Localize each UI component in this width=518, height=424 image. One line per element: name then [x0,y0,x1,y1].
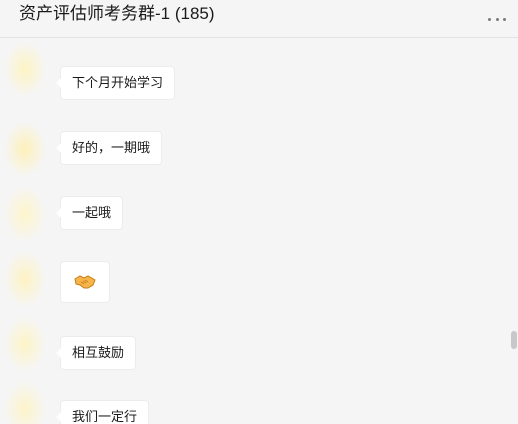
blurred-avatars [0,39,58,424]
dot [495,17,499,21]
message-bubble[interactable]: 一起哦 [55,197,123,229]
sticker-message[interactable] [61,262,109,302]
handshake-icon [74,275,96,289]
dot [488,17,491,21]
more-options-icon[interactable] [488,14,506,24]
message-bubble[interactable]: 下个月开始学习 [55,67,175,99]
message-list[interactable]: 下个月开始学习 好的，一期哦 一起哦 相互鼓励 我们一定行 [0,39,518,424]
scrollbar-thumb[interactable] [511,331,517,349]
message-bubble[interactable]: 相互鼓励 [55,337,136,369]
message-bubble[interactable]: 我们一定行 [55,401,149,424]
message-bubble[interactable]: 好的，一期哦 [55,132,162,164]
dot [503,17,506,21]
chat-header: 资产评估师考务群-1 (185) [0,0,518,38]
chat-title: 资产评估师考务群-1 (185) [19,4,215,23]
